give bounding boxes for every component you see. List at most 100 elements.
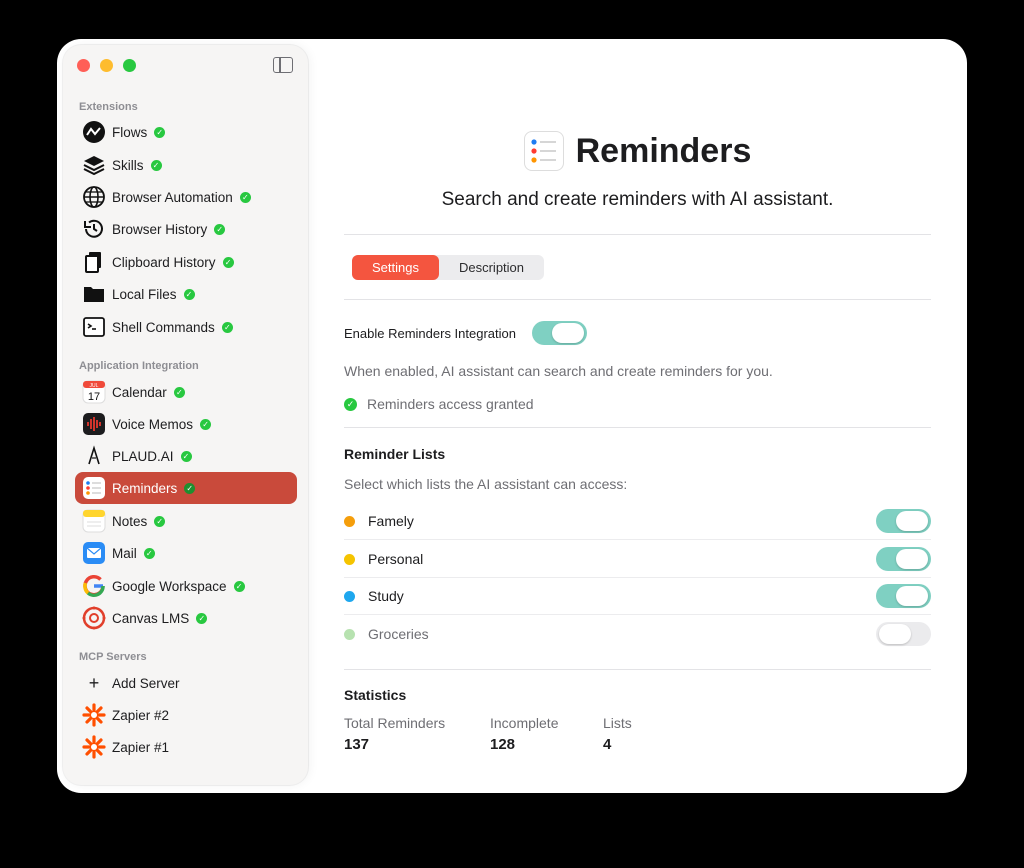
sidebar-item-browser-history[interactable]: Browser History ✓ bbox=[75, 213, 297, 245]
sidebar-item-add-server[interactable]: + Add Server bbox=[75, 667, 297, 699]
sidebar-item-label: Calendar bbox=[112, 384, 167, 400]
check-icon: ✓ bbox=[183, 288, 195, 300]
section-label-app-integration: Application Integration bbox=[79, 360, 199, 372]
calendar-icon: JUL 17 bbox=[82, 380, 106, 404]
extension-header: Reminders Search and create reminders wi… bbox=[344, 131, 931, 211]
sidebar-item-skills[interactable]: Skills ✓ bbox=[75, 149, 297, 181]
sidebar-item-reminders[interactable]: Reminders ✓ bbox=[75, 472, 297, 504]
globe-icon bbox=[82, 185, 106, 209]
check-icon: ✓ bbox=[154, 126, 166, 138]
list-name: Study bbox=[368, 588, 404, 604]
skills-icon bbox=[82, 153, 106, 177]
list-toggle-famely[interactable] bbox=[876, 509, 931, 533]
sidebar-item-voice-memos[interactable]: Voice Memos ✓ bbox=[75, 408, 297, 440]
plus-icon: + bbox=[88, 672, 100, 693]
reminder-lists-description: Select which lists the AI assistant can … bbox=[344, 476, 628, 492]
sidebar-item-label: Canvas LMS bbox=[112, 610, 190, 626]
enable-integration-toggle[interactable] bbox=[532, 321, 587, 345]
sidebar-item-notes[interactable]: Notes ✓ bbox=[75, 505, 297, 537]
sidebar-item-local-files[interactable]: Local Files ✓ bbox=[75, 278, 297, 310]
statistics-heading: Statistics bbox=[344, 687, 407, 703]
check-icon: ✓ bbox=[221, 321, 233, 333]
sidebar-item-plaud[interactable]: PLAUD.AI ✓ bbox=[75, 440, 297, 472]
zoom-window-button[interactable] bbox=[123, 59, 136, 72]
divider bbox=[344, 299, 931, 300]
main-content: Reminders Search and create reminders wi… bbox=[344, 39, 931, 793]
sidebar-item-google-workspace[interactable]: Google Workspace ✓ bbox=[75, 570, 297, 602]
check-icon: ✓ bbox=[196, 612, 208, 624]
sidebar-item-clipboard-history[interactable]: Clipboard History ✓ bbox=[75, 246, 297, 278]
list-name: Groceries bbox=[368, 626, 429, 642]
check-icon: ✓ bbox=[180, 450, 192, 462]
enable-description: When enabled, AI assistant can search an… bbox=[344, 363, 773, 379]
mail-icon bbox=[82, 541, 106, 565]
tab-description[interactable]: Description bbox=[439, 255, 544, 280]
sidebar-item-zapier-2[interactable]: Zapier #2 bbox=[75, 699, 297, 731]
tab-bar: Settings Description bbox=[352, 255, 545, 280]
sidebar-item-label: Google Workspace bbox=[112, 578, 227, 594]
access-status-text: Reminders access granted bbox=[367, 396, 534, 412]
check-icon: ✓ bbox=[233, 580, 245, 592]
stat-incomplete: Incomplete 128 bbox=[490, 715, 559, 753]
sidebar-item-label: Zapier #2 bbox=[112, 707, 170, 723]
notes-icon bbox=[82, 509, 106, 533]
list-item: Study bbox=[344, 578, 931, 615]
zapier-icon bbox=[82, 735, 106, 759]
app-window: Extensions Flows ✓ Skills ✓ Browser Auto… bbox=[57, 39, 967, 793]
sidebar-item-flows[interactable]: Flows ✓ bbox=[75, 116, 297, 148]
check-icon: ✓ bbox=[222, 256, 234, 268]
sidebar-item-label: Reminders bbox=[112, 480, 178, 496]
section-label-extensions: Extensions bbox=[79, 101, 138, 113]
check-icon: ✓ bbox=[344, 397, 357, 411]
sidebar: Extensions Flows ✓ Skills ✓ Browser Auto… bbox=[63, 45, 308, 785]
check-icon: ✓ bbox=[173, 386, 185, 398]
list-item: Personal bbox=[344, 541, 931, 578]
window-controls bbox=[77, 59, 136, 72]
check-icon: ✓ bbox=[143, 547, 155, 559]
stat-total-reminders: Total Reminders 137 bbox=[344, 715, 446, 753]
history-icon bbox=[82, 217, 106, 241]
close-window-button[interactable] bbox=[77, 59, 90, 72]
reminders-icon bbox=[82, 476, 106, 500]
sidebar-item-label: Clipboard History bbox=[112, 254, 216, 270]
terminal-icon bbox=[82, 315, 106, 339]
sidebar-item-mail[interactable]: Mail ✓ bbox=[75, 537, 297, 569]
sidebar-item-label: Shell Commands bbox=[112, 319, 215, 335]
enable-integration-label: Enable Reminders Integration bbox=[344, 326, 516, 341]
list-item: Groceries bbox=[344, 616, 931, 653]
minimize-window-button[interactable] bbox=[100, 59, 113, 72]
list-toggle-study[interactable] bbox=[876, 584, 931, 608]
sidebar-item-shell-commands[interactable]: Shell Commands ✓ bbox=[75, 311, 297, 343]
check-icon: ✓ bbox=[214, 223, 226, 235]
page-title: Reminders bbox=[575, 131, 752, 170]
tab-settings[interactable]: Settings bbox=[352, 255, 439, 280]
reminder-lists-heading: Reminder Lists bbox=[344, 446, 446, 462]
divider bbox=[344, 427, 931, 428]
sidebar-item-calendar[interactable]: JUL 17 Calendar ✓ bbox=[75, 376, 297, 408]
page-subtitle: Search and create reminders with AI assi… bbox=[441, 189, 834, 210]
sidebar-item-zapier-1[interactable]: Zapier #1 bbox=[75, 731, 297, 763]
plaud-icon bbox=[82, 444, 106, 468]
check-icon: ✓ bbox=[200, 418, 212, 430]
sidebar-item-canvas-lms[interactable]: Canvas LMS ✓ bbox=[75, 602, 297, 634]
check-icon: ✓ bbox=[154, 515, 166, 527]
sidebar-item-label: Mail bbox=[112, 545, 137, 561]
voice-memos-icon bbox=[82, 412, 106, 436]
list-toggle-groceries[interactable] bbox=[876, 622, 931, 646]
google-icon bbox=[82, 574, 106, 598]
sidebar-item-browser-automation[interactable]: Browser Automation ✓ bbox=[75, 181, 297, 213]
list-name: Personal bbox=[368, 551, 424, 567]
sidebar-item-label: Skills bbox=[112, 157, 144, 173]
list-toggle-personal[interactable] bbox=[876, 547, 931, 571]
folder-icon bbox=[82, 282, 106, 306]
divider bbox=[344, 234, 931, 235]
svg-text:JUL: JUL bbox=[90, 383, 99, 389]
sidebar-toggle-icon[interactable] bbox=[273, 57, 293, 73]
access-status: ✓ Reminders access granted bbox=[344, 396, 534, 412]
list-color-dot bbox=[344, 554, 355, 565]
list-color-dot bbox=[344, 629, 355, 640]
check-icon: ✓ bbox=[150, 159, 162, 171]
sidebar-item-label: Voice Memos bbox=[112, 416, 194, 432]
list-name: Famely bbox=[368, 513, 414, 529]
divider bbox=[344, 669, 931, 670]
